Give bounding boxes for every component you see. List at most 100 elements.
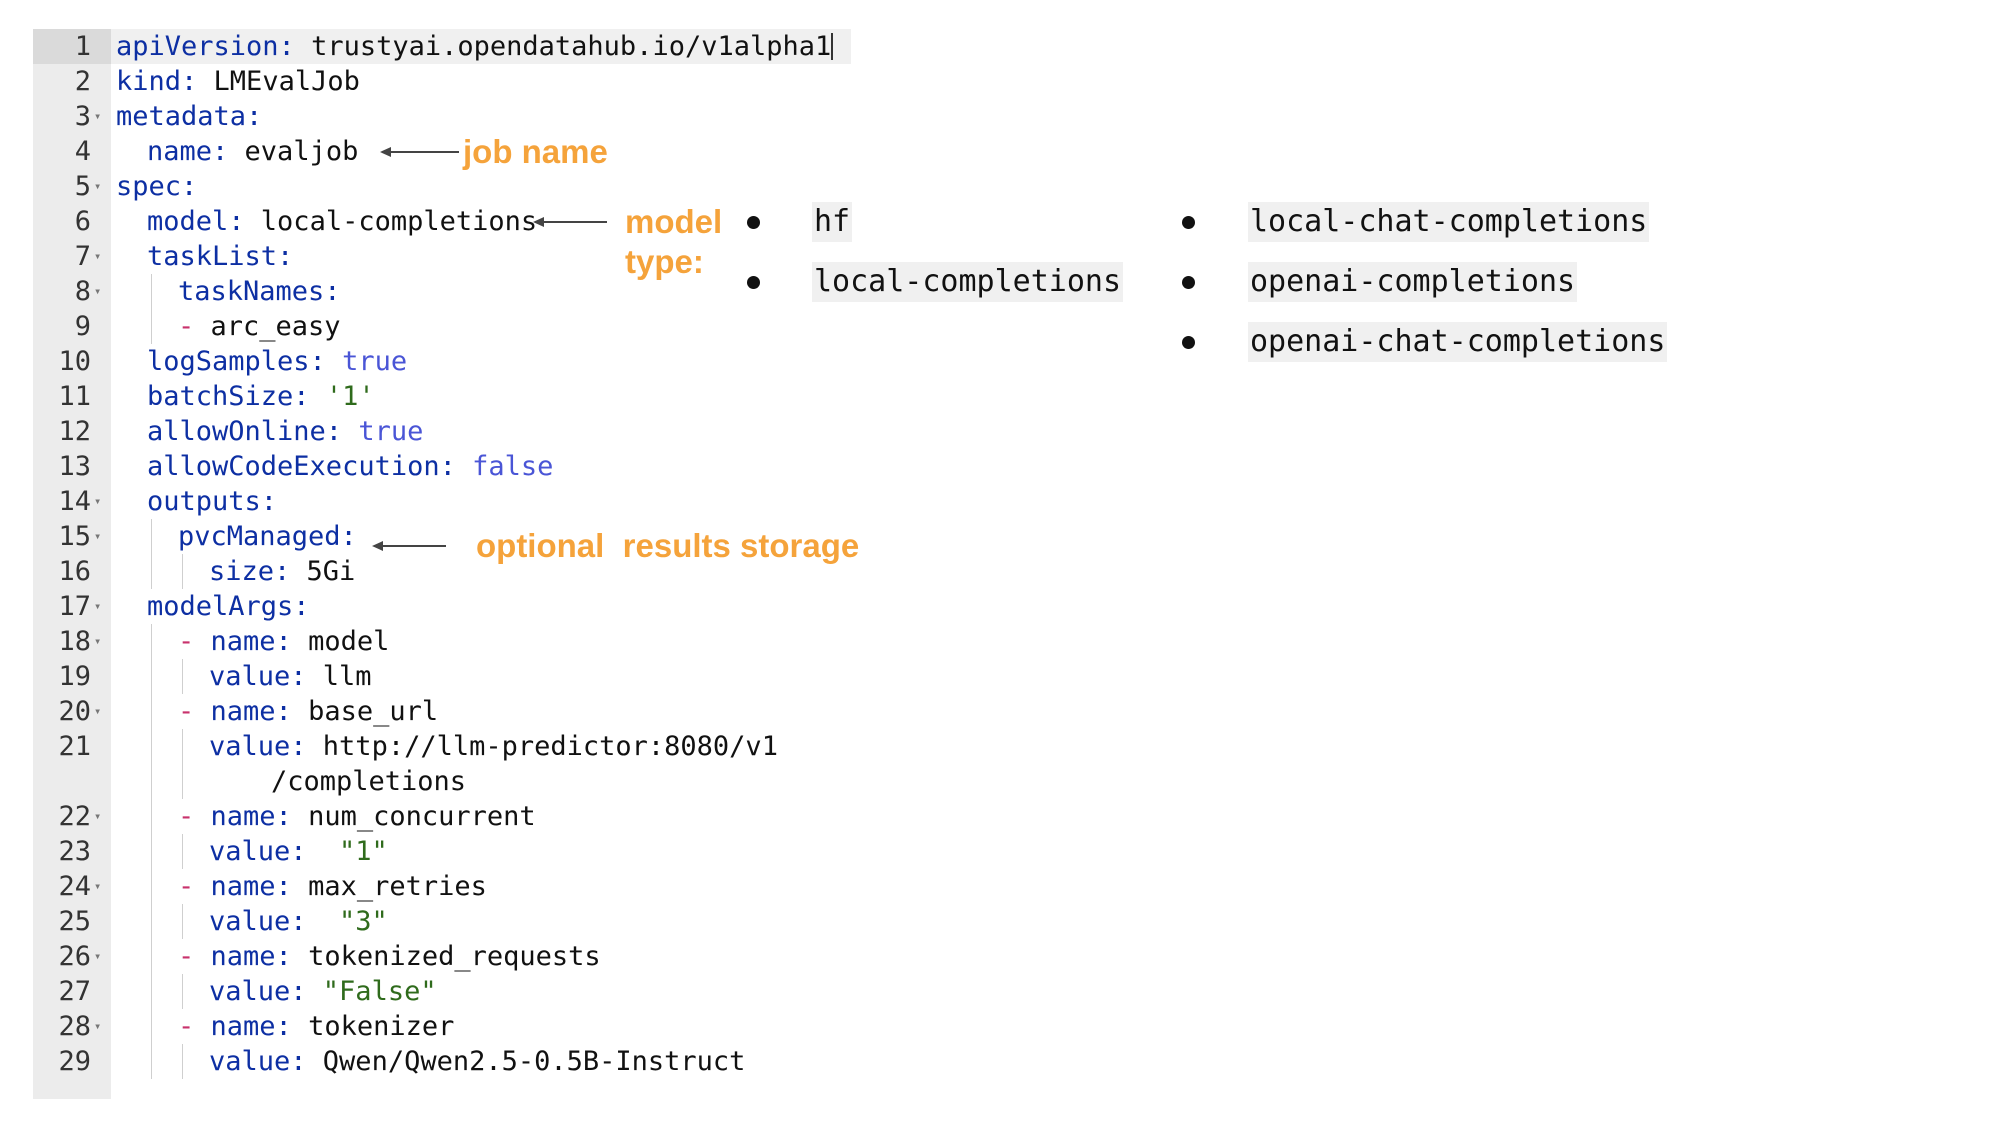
model-type-option: openai-completions bbox=[1248, 262, 1578, 302]
code-line[interactable]: 26 ▾ - name: tokenized_requests bbox=[33, 939, 833, 974]
indent-guide bbox=[151, 904, 152, 939]
code-line[interactable]: /completions bbox=[33, 764, 833, 799]
line-number: 17 bbox=[58, 591, 91, 622]
yaml-value: Qwen/Qwen2.5-0.5B-Instruct bbox=[322, 1046, 746, 1077]
yaml-key: name: bbox=[210, 801, 309, 832]
fold-arrow-icon[interactable]: ▾ bbox=[94, 869, 101, 904]
indent-guide bbox=[151, 1009, 152, 1044]
code-line[interactable]: 20 ▾ - name: base_url bbox=[33, 694, 833, 729]
annotation-model-type-line1: model bbox=[625, 203, 723, 240]
yaml-value: tokenized_requests bbox=[308, 941, 601, 972]
line-number: 16 bbox=[58, 556, 91, 587]
code-line[interactable]: 24 ▾ - name: max_retries bbox=[33, 869, 833, 904]
code-line[interactable]: 19 value: llm bbox=[33, 659, 833, 694]
code-text: - name: tokenizer bbox=[178, 1009, 454, 1044]
indent-guide bbox=[151, 659, 152, 694]
yaml-value: evaljob bbox=[244, 136, 359, 167]
yaml-key: spec: bbox=[116, 171, 198, 202]
line-number: 12 bbox=[58, 416, 91, 447]
line-number: 8 bbox=[74, 276, 91, 307]
fold-arrow-icon[interactable]: ▾ bbox=[94, 274, 101, 309]
fold-arrow-icon[interactable]: ▾ bbox=[94, 99, 101, 134]
yaml-key: pvcManaged: bbox=[178, 521, 357, 552]
fold-arrow-icon[interactable]: ▾ bbox=[94, 169, 101, 204]
code-line[interactable]: 2 kind: LMEvalJob bbox=[33, 64, 833, 99]
code-line[interactable]: 9 - arc_easy bbox=[33, 309, 833, 344]
code-line[interactable]: 3 ▾ metadata: bbox=[33, 99, 833, 134]
yaml-value: true bbox=[342, 346, 408, 377]
indent-guide bbox=[151, 939, 152, 974]
indent-guide bbox=[151, 729, 152, 764]
code-line[interactable]: 21 value: http://llm-predictor:8080/v1 bbox=[33, 729, 833, 764]
code-line[interactable]: 14 ▾ outputs: bbox=[33, 484, 833, 519]
code-text: model: local-completions bbox=[147, 204, 537, 239]
code-line[interactable]: 23 value: "1" bbox=[33, 834, 833, 869]
yaml-key: apiVersion: bbox=[116, 31, 312, 62]
line-number: 19 bbox=[58, 661, 91, 692]
yaml-dash: - bbox=[178, 1011, 211, 1042]
code-line[interactable]: 22 ▾ - name: num_concurrent bbox=[33, 799, 833, 834]
code-line[interactable]: 18 ▾ - name: model bbox=[33, 624, 833, 659]
indent-guide bbox=[182, 764, 183, 799]
fold-arrow-icon[interactable]: ▾ bbox=[94, 589, 101, 624]
yaml-value: local-completions bbox=[260, 206, 538, 237]
line-number: 22 bbox=[58, 801, 91, 832]
indent-guide bbox=[151, 834, 152, 869]
line-number: 28 bbox=[58, 1011, 91, 1042]
yaml-key: value: bbox=[209, 731, 323, 762]
fold-arrow-icon[interactable]: ▾ bbox=[94, 799, 101, 834]
code-text: kind: LMEvalJob bbox=[116, 64, 360, 99]
line-number: 4 bbox=[74, 136, 91, 167]
code-text: taskList: bbox=[147, 239, 293, 274]
code-line[interactable]: 28 ▾ - name: tokenizer bbox=[33, 1009, 833, 1044]
code-line[interactable]: 29 value: Qwen/Qwen2.5-0.5B-Instruct bbox=[33, 1044, 833, 1079]
code-line[interactable]: 27 value: "False" bbox=[33, 974, 833, 1009]
code-text: value: "1" bbox=[209, 834, 388, 869]
yaml-value: "1" bbox=[339, 836, 388, 867]
code-line[interactable]: 13 allowCodeExecution: false bbox=[33, 449, 833, 484]
code-line[interactable]: 25 value: "3" bbox=[33, 904, 833, 939]
yaml-value: "3" bbox=[339, 906, 388, 937]
line-number: 13 bbox=[58, 451, 91, 482]
fold-arrow-icon[interactable]: ▾ bbox=[94, 694, 101, 729]
code-text: value: Qwen/Qwen2.5-0.5B-Instruct bbox=[209, 1044, 745, 1079]
code-text: batchSize: '1' bbox=[147, 379, 375, 414]
text-cursor bbox=[831, 33, 834, 60]
line-number: 2 bbox=[74, 66, 91, 97]
yaml-value: base_url bbox=[308, 696, 439, 727]
indent-guide bbox=[151, 274, 152, 309]
indent-guide bbox=[182, 729, 183, 764]
line-number: 26 bbox=[58, 941, 91, 972]
yaml-key: logSamples: bbox=[147, 346, 343, 377]
code-line[interactable]: 17 ▾ modelArgs: bbox=[33, 589, 833, 624]
code-line[interactable]: 7 ▾ taskList: bbox=[33, 239, 833, 274]
fold-arrow-icon[interactable]: ▾ bbox=[94, 624, 101, 659]
fold-arrow-icon[interactable]: ▾ bbox=[94, 239, 101, 274]
line-number: 27 bbox=[58, 976, 91, 1007]
yaml-key: value: bbox=[209, 906, 340, 937]
yaml-key: kind: bbox=[116, 66, 214, 97]
code-line[interactable]: 1 apiVersion: trustyai.opendatahub.io/v1a… bbox=[33, 29, 834, 64]
fold-arrow-icon[interactable]: ▾ bbox=[94, 519, 101, 554]
yaml-value: tokenizer bbox=[308, 1011, 455, 1042]
yaml-key: name: bbox=[147, 136, 245, 167]
yaml-value: arc_easy bbox=[210, 311, 341, 342]
fold-arrow-icon[interactable]: ▾ bbox=[94, 1009, 101, 1044]
code-line[interactable]: 11 batchSize: '1' bbox=[33, 379, 833, 414]
line-number: 29 bbox=[58, 1046, 91, 1077]
line-number: 18 bbox=[58, 626, 91, 657]
indent-guide bbox=[151, 519, 152, 554]
indent-guide bbox=[182, 659, 183, 694]
arrow-left-icon bbox=[380, 147, 459, 157]
code-line[interactable]: 10 logSamples: true bbox=[33, 344, 833, 379]
code-text: name: evaljob bbox=[147, 134, 358, 169]
code-text: outputs: bbox=[147, 484, 277, 519]
line-number: 21 bbox=[58, 731, 91, 762]
annotation-job-name: job name bbox=[463, 133, 608, 170]
fold-arrow-icon[interactable]: ▾ bbox=[94, 939, 101, 974]
code-line[interactable]: 12 allowOnline: true bbox=[33, 414, 833, 449]
code-text: spec: bbox=[116, 169, 197, 204]
fold-arrow-icon[interactable]: ▾ bbox=[94, 484, 101, 519]
code-line[interactable]: 8 ▾ taskNames: bbox=[33, 274, 833, 309]
code-line[interactable]: 5 ▾ spec: bbox=[33, 169, 833, 204]
